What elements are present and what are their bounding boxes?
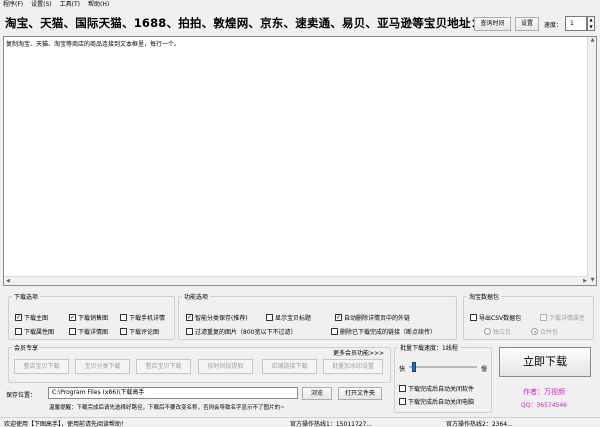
- menu-tools[interactable]: 工具(T): [60, 0, 80, 10]
- scroll-right-icon[interactable]: ▶: [583, 277, 587, 285]
- slider-right-label: 慢: [481, 366, 488, 373]
- status-hotline-1: 官方操作热线1：15011727...: [290, 421, 373, 427]
- checkbox[interactable]: ✓: [335, 314, 342, 321]
- browse-button[interactable]: 浏览: [302, 387, 332, 400]
- settings-button[interactable]: 设置: [515, 17, 539, 31]
- data-package-legend: 淘宝数据包: [469, 294, 500, 301]
- option-auto-close-app[interactable]: 下载完成后自动关闭软件: [399, 384, 474, 393]
- status-hotline-2: 官方操作热线2：2364...: [446, 421, 513, 427]
- download-now-button[interactable]: 立即下载: [499, 347, 591, 377]
- option-remove-external-links[interactable]: ✓ 自动删除详情页中的外链: [335, 313, 410, 322]
- download-options-legend: 下载选项: [14, 294, 39, 301]
- checkbox[interactable]: [186, 328, 193, 335]
- option-detail-image[interactable]: 下载详情图: [69, 327, 108, 336]
- store-download-button-2[interactable]: 整店宝贝下载: [136, 359, 191, 374]
- option-download-attributes[interactable]: 下载详情属性: [540, 313, 585, 322]
- status-welcome: 欢迎使用【下图高手】，使用前请先阅读帮助！: [4, 421, 128, 427]
- query-time-button[interactable]: 查询时间: [474, 17, 511, 31]
- checkbox[interactable]: [399, 385, 406, 392]
- page-title: 淘宝、天猫、国际天猫、1688、拍拍、敦煌网、京东、速卖通、易贝、亚马逊等宝贝地…: [5, 16, 483, 30]
- checkbox[interactable]: ✓: [186, 314, 193, 321]
- scroll-up-icon[interactable]: ▲: [589, 37, 596, 45]
- checkbox[interactable]: [266, 314, 273, 321]
- function-options-legend: 功能选项: [184, 294, 209, 301]
- option-filter-duplicates[interactable]: 过滤重复的图片（800宽以下不过滤）: [186, 327, 296, 336]
- menu-settings[interactable]: 设置(S): [31, 0, 52, 10]
- speed-input[interactable]: 1: [565, 16, 587, 31]
- speed-spinner[interactable]: ▲ ▼: [587, 16, 595, 31]
- menu-bar: 程序(F) 设置(S) 工具(T) 帮助(H): [0, 0, 600, 10]
- qq-label: QQ：36574546: [521, 402, 567, 409]
- checkbox[interactable]: [120, 314, 127, 321]
- url-textarea[interactable]: 复制淘宝、天猫、淘宝等商店的商品连接到文本框里，每行一个。 ▲ ▼ ◀ ▶: [3, 36, 597, 286]
- checkbox[interactable]: [331, 328, 338, 335]
- checkbox[interactable]: [470, 314, 477, 321]
- speed-label: 速度：: [544, 22, 563, 29]
- option-delete-finished[interactable]: 删除已下载完成的链接（断点续传）: [331, 327, 436, 336]
- author-label: 作者：万视频: [523, 388, 565, 396]
- scroll-left-icon[interactable]: ◀: [6, 277, 10, 285]
- scroll-down-icon[interactable]: ▼: [589, 277, 596, 285]
- slider-left-label: 快: [399, 366, 406, 373]
- member-features-legend: 会员专享: [14, 345, 39, 352]
- menu-program[interactable]: 程序(F): [3, 0, 23, 10]
- radio-button[interactable]: [484, 328, 491, 335]
- path-warning-text: 温馨提醒：下载完成后请先选择好路径，下载后不要改变名称，否则会导致名字显示不了图…: [49, 405, 285, 411]
- radio-button[interactable]: [531, 328, 538, 335]
- speed-slider[interactable]: [409, 366, 477, 368]
- status-bar: 欢迎使用【下图高手】，使用前请先阅读帮助！ 官方操作热线1：15011727..…: [0, 417, 600, 427]
- checkbox[interactable]: [15, 328, 22, 335]
- option-export-csv[interactable]: 导出CSV数据包: [470, 313, 521, 322]
- radio-single-package[interactable]: 独立包: [484, 327, 511, 336]
- checkbox[interactable]: [69, 328, 76, 335]
- radio-merge-package[interactable]: 合并包: [531, 327, 558, 336]
- option-smart-classify[interactable]: ✓ 智能分类保存(推荐): [186, 313, 248, 322]
- checkbox[interactable]: [540, 314, 547, 321]
- checkbox[interactable]: ✓: [69, 314, 76, 321]
- checkbox[interactable]: [399, 398, 406, 405]
- whole-store-download-button[interactable]: 整店宝贝下载: [14, 359, 69, 374]
- checkbox[interactable]: ✓: [15, 314, 22, 321]
- option-attribute-image[interactable]: 下载属性图: [15, 327, 54, 336]
- more-features-link[interactable]: 更多会员功能>>>: [333, 348, 384, 357]
- option-review-image[interactable]: 下载评论图: [120, 327, 159, 336]
- speed-slider-thumb[interactable]: [412, 362, 417, 372]
- time-range-extract-button[interactable]: 按时间段提取: [198, 359, 253, 374]
- option-auto-shutdown[interactable]: 下载完成后自动关闭电脑: [399, 397, 474, 406]
- option-show-title[interactable]: 显示宝贝标题: [266, 313, 311, 322]
- textarea-hint: 复制淘宝、天猫、淘宝等商店的商品连接到文本框里，每行一个。: [6, 41, 181, 48]
- vertical-scrollbar[interactable]: ▲ ▼: [587, 37, 596, 285]
- header-row: 淘宝、天猫、国际天猫、1688、拍拍、敦煌网、京东、速卖通、易贝、亚马逊等宝贝地…: [0, 10, 600, 36]
- save-location-label: 保存位置：: [6, 392, 37, 399]
- batch-speed-legend: 批量下载速度：1线程: [400, 345, 458, 352]
- option-main-image[interactable]: ✓ 下载主图: [15, 313, 48, 322]
- option-mobile-details[interactable]: 下载手机详情: [120, 313, 165, 322]
- open-folder-button[interactable]: 打开文件夹: [338, 387, 382, 400]
- watermark-settings-button[interactable]: 批量加水印设置: [323, 359, 383, 374]
- category-download-button[interactable]: 宝贝分类下载: [75, 359, 130, 374]
- checkbox[interactable]: [120, 328, 127, 335]
- horizontal-scrollbar[interactable]: ◀ ▶: [4, 276, 589, 285]
- spin-down-icon[interactable]: ▼: [588, 24, 594, 31]
- option-sales-image[interactable]: ✓ 下载销售图: [69, 313, 108, 322]
- menu-help[interactable]: 帮助(H): [88, 0, 109, 10]
- shop-link-download-button[interactable]: 店铺链接下载: [262, 359, 317, 374]
- save-path-input[interactable]: C:\Program Files (x86)\下载高手: [48, 387, 298, 399]
